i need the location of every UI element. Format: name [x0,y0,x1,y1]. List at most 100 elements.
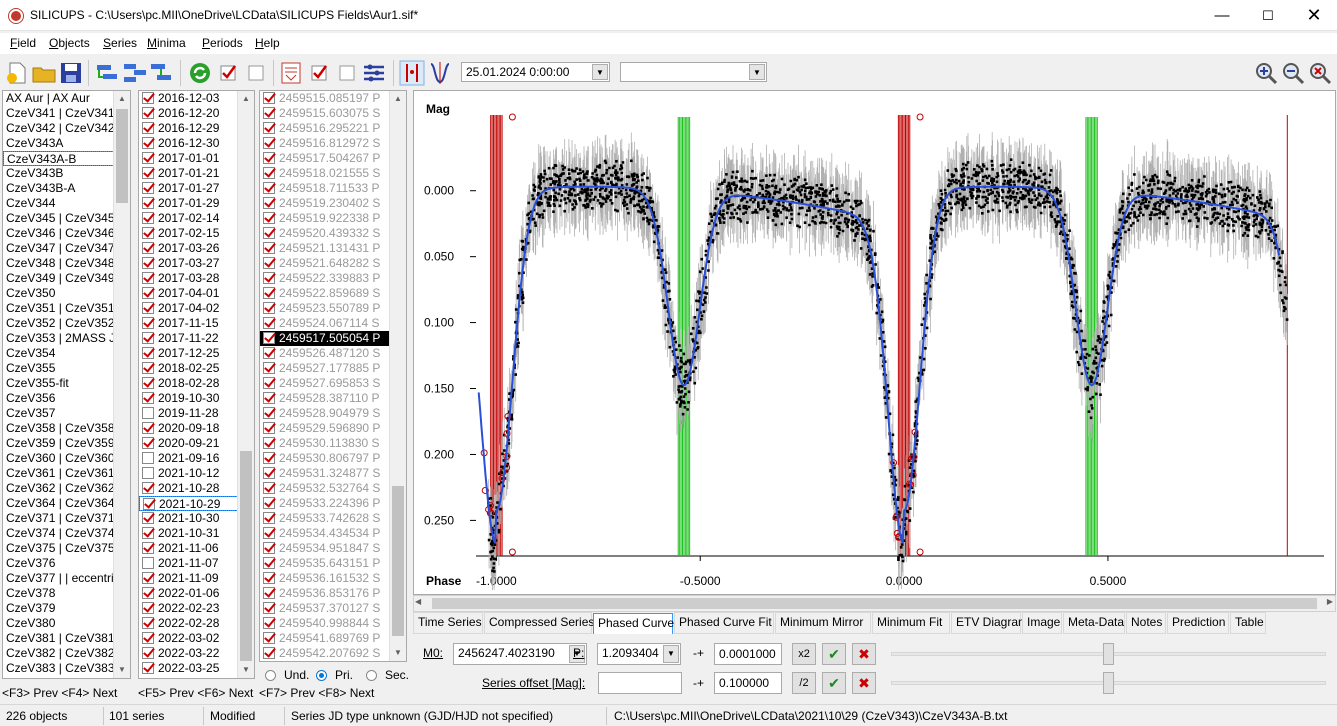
series-checkbox[interactable] [142,242,154,254]
minimum-item[interactable]: 2459518.711533 P [260,181,406,196]
minimum-checkbox[interactable] [263,362,275,374]
object-item[interactable]: CzeV382 | CzeV382 [3,646,130,661]
series-checkbox[interactable] [142,452,154,464]
scroll-thumb[interactable] [432,598,1317,609]
series-checkbox[interactable] [142,152,154,164]
minimum-checkbox[interactable] [263,632,275,644]
minimum-item[interactable]: 2459520.439332 S [260,226,406,241]
uncheck-minima-icon[interactable] [334,60,360,86]
object-item[interactable]: CzeV343A-B [3,151,130,166]
minimum-checkbox[interactable] [263,602,275,614]
minimum-checkbox[interactable] [263,542,275,554]
series-checkbox[interactable] [142,302,154,314]
minimum-checkbox[interactable] [263,422,275,434]
minimum-checkbox[interactable] [263,377,275,389]
object-item[interactable]: CzeV345 | CzeV345 [3,211,130,226]
minimum-item[interactable]: 2459527.177885 P [260,361,406,376]
minimum-item[interactable]: 2459528.387110 P [260,391,406,406]
close-button[interactable]: ✕ [1291,0,1337,31]
cancel-period-x-icon[interactable]: ✖ [852,643,876,665]
tab-table[interactable]: Table [1230,612,1266,634]
object-item[interactable]: CzeV343B [3,166,130,181]
series-checkbox[interactable] [142,137,154,149]
series-checkbox[interactable] [142,212,154,224]
tab-image[interactable]: Image [1022,612,1062,634]
series-checkbox[interactable] [142,287,154,299]
phased-curve-plot[interactable]: Mag Phase 0.000 0.050 0.100 0.150 0.200 0.250 -1… [413,90,1336,595]
minimum-item[interactable]: 2459521.648282 S [260,256,406,271]
date-combo[interactable]: 25.01.2024 0:00:00 ▼ [461,62,610,82]
object-item[interactable]: AX Aur | AX Aur [3,91,130,106]
series-checkbox[interactable] [142,317,154,329]
scroll-down-icon[interactable]: ▼ [390,645,406,661]
object-item[interactable]: CzeV353 | 2MASS J0! [3,331,130,346]
minimum-item[interactable]: 2459526.487120 S [260,346,406,361]
maximize-button[interactable]: ☐ [1245,0,1291,31]
minimum-checkbox[interactable] [263,227,275,239]
minimum-checkbox[interactable] [263,452,275,464]
series-checkbox[interactable] [142,512,154,524]
series-checkbox[interactable] [142,542,154,554]
apply-period-check-icon[interactable]: ✔ [822,643,846,665]
tab-minimum-mirror[interactable]: Minimum Mirror [775,612,871,634]
chevron-down-icon[interactable]: ▼ [749,64,765,80]
series-checkbox[interactable] [142,182,154,194]
minimum-checkbox[interactable] [263,467,275,479]
series-offset-input[interactable] [598,672,682,694]
minimum-item[interactable]: 2459540.998844 S [260,616,406,631]
minimum-checkbox[interactable] [263,152,275,164]
save-icon[interactable] [58,60,84,86]
period-step-input[interactable]: 0.0001000 [714,643,782,665]
minimum-item[interactable]: 2459537.370127 S [260,601,406,616]
series-merge-icon[interactable] [122,60,148,86]
object-item[interactable]: CzeV383 | CzeV383 [3,661,130,676]
series-list[interactable]: 2016-12-03 2016-12-20 2016-12-29 2016-12-30… [138,90,255,679]
minimum-item[interactable]: 2459536.853176 P [260,586,406,601]
object-item[interactable]: CzeV375 | CzeV375 [3,541,130,556]
object-item[interactable]: CzeV364 | CzeV364 | [3,496,130,511]
series-checkbox[interactable] [142,92,154,104]
minimum-checkbox[interactable] [263,437,275,449]
minimum-item[interactable]: 2459519.230402 S [260,196,406,211]
series-checkbox[interactable] [142,617,154,629]
minimize-button[interactable]: — [1199,0,1245,31]
minimum-item[interactable]: 2459519.922338 P [260,211,406,226]
tab-meta-data[interactable]: Meta-Data [1063,612,1125,634]
series-checkbox[interactable] [142,647,154,659]
series-checkbox[interactable] [142,392,154,404]
object-item[interactable]: CzeV341 | CzeV341 [3,106,130,121]
menu-field[interactable]: Field [10,36,36,50]
minimum-checkbox[interactable] [263,287,275,299]
minimum-checkbox[interactable] [263,302,275,314]
minimum-checkbox[interactable] [263,242,275,254]
object-item[interactable]: CzeV380 [3,616,130,631]
offset-slider-thumb[interactable] [1103,672,1114,694]
settings-sliders-icon[interactable] [361,60,387,86]
scroll-up-icon[interactable]: ▲ [390,91,406,107]
minimum-checkbox[interactable] [263,572,275,584]
minimum-checkbox[interactable] [263,587,275,599]
object-item[interactable]: CzeV357 [3,406,130,421]
scroll-right-icon[interactable]: ▶ [1327,597,1333,606]
series-checkbox[interactable] [142,527,154,539]
minimum-item[interactable]: 2459530.113830 S [260,436,406,451]
object-item[interactable]: CzeV355-fit [3,376,130,391]
new-file-icon[interactable] [4,60,30,86]
series-checkbox[interactable] [142,362,154,374]
scroll-up-icon[interactable]: ▲ [238,91,254,107]
object-item[interactable]: CzeV361 | CzeV361 [3,466,130,481]
menu-help[interactable]: Help [255,36,280,50]
minimum-checkbox[interactable] [263,137,275,149]
minimum-checkbox[interactable] [263,647,275,659]
series-checkbox[interactable] [142,332,154,344]
object-item[interactable]: CzeV343B-A [3,181,130,196]
series-checkbox[interactable] [142,227,154,239]
minimum-item[interactable]: 2459516.812972 S [260,136,406,151]
radio-und[interactable] [265,670,276,681]
tab-phased-curve[interactable]: Phased Curve [593,613,674,635]
minimum-item[interactable]: 2459523.550789 P [260,301,406,316]
object-item[interactable]: CzeV356 [3,391,130,406]
cancel-offset-x-icon[interactable]: ✖ [852,672,876,694]
minimum-item[interactable]: 2459532.532764 S [260,481,406,496]
minimum-checkbox[interactable] [263,617,275,629]
